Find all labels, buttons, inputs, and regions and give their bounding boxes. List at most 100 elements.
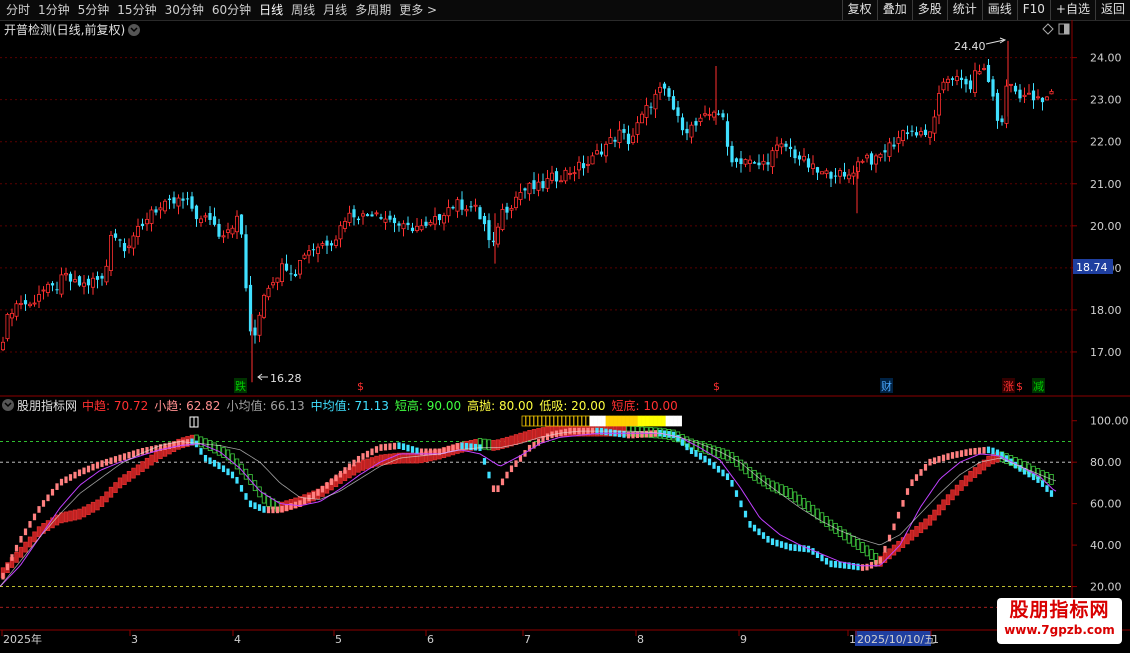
event-marker[interactable]: 涨 [1003, 380, 1014, 393]
small-trend-bar [37, 506, 41, 513]
tool-button-0[interactable]: 复权 [841, 0, 877, 20]
stock-chart[interactable]: 17.0018.0019.0020.0021.0022.0023.0024.00… [0, 20, 1130, 650]
small-trend-bar [275, 506, 280, 514]
small-trend-bar [608, 429, 613, 436]
candle-body [784, 143, 788, 147]
candle-body [140, 223, 145, 227]
candle-body [122, 243, 127, 252]
small-trend-bar [707, 458, 712, 466]
tab-5[interactable]: 60分钟 [208, 0, 255, 20]
small-trend-bar [113, 456, 118, 463]
small-trend-bar [757, 528, 761, 536]
main-tick-label: 24.00 [1090, 52, 1122, 65]
candle-body [604, 143, 609, 157]
tab-7[interactable]: 周线 [287, 0, 319, 20]
small-trend-bar [487, 471, 491, 479]
medium-trend-bar [144, 457, 150, 469]
medium-trend-bar [140, 461, 145, 472]
candle-body [41, 289, 46, 292]
tab-4[interactable]: 30分钟 [161, 0, 208, 20]
medium-trend-bar [959, 480, 964, 491]
tool-button-7[interactable]: 返回 [1094, 0, 1130, 20]
candle-body [865, 154, 870, 159]
candle-body [460, 199, 464, 210]
event-marker[interactable]: $ [357, 380, 364, 393]
candle-body [419, 225, 424, 231]
candle-body [338, 225, 343, 240]
tab-1[interactable]: 1分钟 [34, 0, 74, 20]
tool-button-6[interactable]: +自选 [1049, 0, 1095, 20]
candle-body [1045, 96, 1050, 101]
small-trend-bar [788, 543, 793, 551]
tab-6[interactable]: 日线 [255, 0, 287, 20]
tab-2[interactable]: 5分钟 [74, 0, 114, 20]
candle-body [77, 276, 82, 286]
candle-body [379, 217, 383, 219]
small-trend-bar [955, 451, 959, 458]
tab-10[interactable]: 更多 > [395, 0, 441, 20]
tool-button-3[interactable]: 统计 [946, 0, 982, 20]
candle-body [595, 150, 600, 155]
candle-body [441, 215, 446, 224]
medium-trend-bar [770, 480, 775, 492]
candle-body [532, 180, 536, 190]
small-trend-bar [820, 554, 824, 562]
scroll-icon[interactable] [1058, 23, 1070, 35]
candle-body [1013, 85, 1018, 92]
small-trend-bar [563, 428, 568, 436]
candle-body [842, 171, 847, 177]
small-trend-bar [239, 485, 244, 492]
indicator-chevron-icon[interactable] [2, 399, 14, 411]
small-trend-bar [248, 500, 253, 508]
medium-trend-bar [810, 504, 816, 516]
candle-body [37, 294, 42, 302]
candle-body [815, 167, 820, 173]
event-marker[interactable]: $ [713, 380, 720, 393]
candle-body [887, 142, 892, 157]
medium-trend-bar [198, 436, 204, 448]
candle-body [27, 303, 32, 307]
medium-trend-bar [266, 496, 271, 507]
candle-body [514, 196, 519, 209]
tab-8[interactable]: 月线 [319, 0, 351, 20]
diamond-icon[interactable] [1042, 23, 1054, 35]
medium-trend-bar [806, 501, 811, 513]
tool-button-5[interactable]: F10 [1016, 0, 1050, 20]
tool-button-2[interactable]: 多股 [911, 0, 947, 20]
event-marker[interactable]: $ [1016, 380, 1023, 393]
small-trend-bar [109, 457, 113, 465]
event-marker[interactable]: 减 [1033, 380, 1044, 393]
small-trend-bar [1, 572, 5, 580]
small-trend-bar [923, 463, 928, 471]
candle-body [482, 215, 487, 225]
candle-body [91, 277, 96, 288]
indicator-y-axis: 20.00 40.00 60.00 80.00 100.00 [1072, 415, 1129, 594]
signal-cell [645, 415, 650, 427]
medium-trend-bar [864, 545, 870, 557]
tab-0[interactable]: 分时 [2, 0, 34, 20]
tool-button-1[interactable]: 叠加 [876, 0, 912, 20]
small-trend-bar [32, 513, 37, 521]
medium-trend-bar [531, 429, 537, 440]
candle-body [221, 235, 226, 238]
medium-trend-bar [95, 499, 100, 511]
small-trend-bar [127, 451, 131, 459]
chevron-down-icon[interactable] [128, 24, 140, 36]
candle-body [306, 250, 311, 256]
tool-button-4[interactable]: 画线 [981, 0, 1017, 20]
tab-3[interactable]: 15分钟 [113, 0, 160, 20]
tab-9[interactable]: 多周期 [351, 0, 395, 20]
small-trend-bar [671, 431, 676, 439]
small-trend-bar [230, 471, 235, 479]
event-marker[interactable]: 跌 [235, 379, 246, 393]
candle-body [352, 209, 356, 218]
medium-trend-bar [149, 454, 154, 466]
event-marker[interactable]: 财 [881, 379, 892, 393]
medium-trend-bar [360, 460, 366, 471]
small-trend-bar [221, 465, 226, 473]
candle-body [523, 188, 527, 191]
signal-cell [581, 415, 586, 427]
small-trend-bar [770, 538, 775, 546]
small-trend-bar [68, 474, 73, 481]
medium-trend-bar [122, 474, 127, 486]
